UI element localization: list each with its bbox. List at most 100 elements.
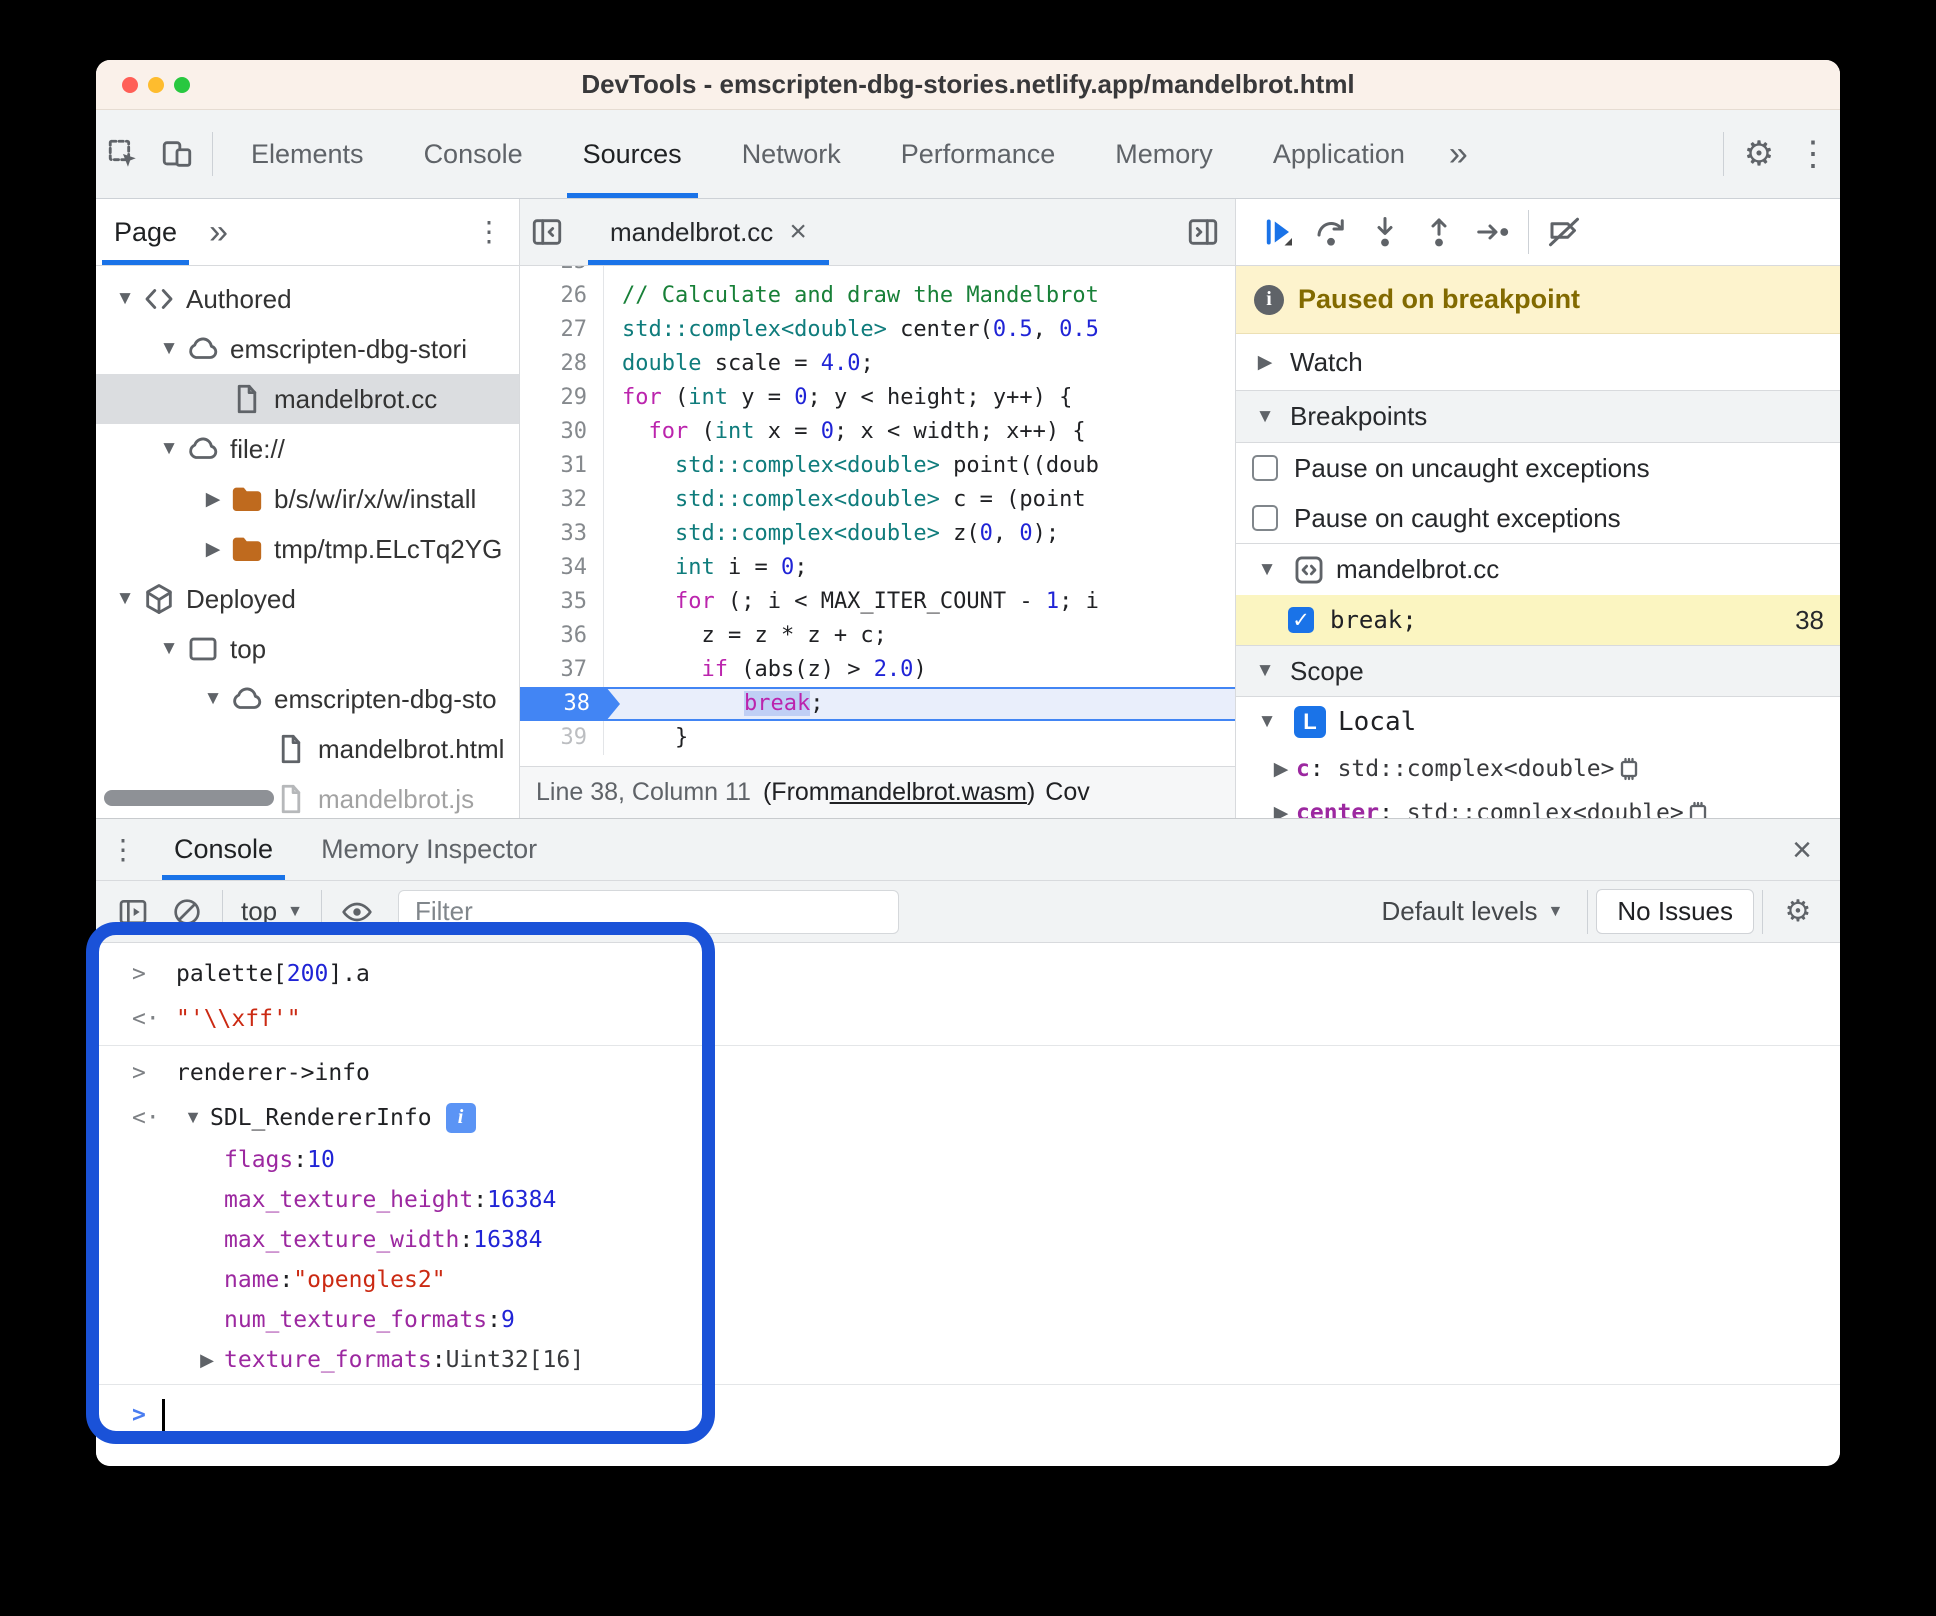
collapse-left-panel-button[interactable] [525, 210, 569, 254]
resume-script-button[interactable] [1255, 210, 1299, 254]
clear-icon [171, 896, 203, 928]
sidebar-menu-button[interactable]: ⋮ [467, 210, 511, 254]
device-toolbar-button[interactable] [155, 132, 199, 176]
line-number-27[interactable]: 27 [520, 313, 604, 347]
context-selector[interactable]: top ▼ [231, 896, 313, 927]
chevron-down-icon: ▼ [1547, 902, 1564, 920]
scope-section-header[interactable]: ▼ Scope [1236, 645, 1840, 697]
console-sidebar-button[interactable] [111, 890, 155, 934]
tree-item-mandelbrot-cc[interactable]: mandelbrot.cc [96, 374, 519, 424]
line-number-36[interactable]: 36 [520, 619, 604, 653]
code-token: 10 [307, 1147, 335, 1173]
pause-uncaught-checkbox[interactable] [1252, 455, 1278, 481]
log-levels-selector[interactable]: Default levels ▼ [1365, 896, 1579, 927]
expand-right-panel-button[interactable] [1181, 210, 1225, 254]
tab-memory[interactable]: Memory [1085, 110, 1243, 198]
editor-tab-mandelbrot-cc[interactable]: mandelbrot.cc × [588, 199, 829, 265]
step-icon [1475, 214, 1511, 250]
line-number-28[interactable]: 28 [520, 347, 604, 381]
tree-item-top[interactable]: ▼ top [96, 624, 519, 674]
chevron-down-icon: ▼ [203, 688, 223, 709]
tree-item-mandelbrot-html[interactable]: mandelbrot.html [96, 724, 519, 774]
code-line-26: 26 // Calculate and draw the Mandelbrot [520, 279, 1235, 313]
line-number-26[interactable]: 26 [520, 279, 604, 313]
chevron-down-icon: ▼ [1257, 558, 1277, 580]
tab-performance[interactable]: Performance [871, 110, 1086, 198]
folder-icon [230, 482, 264, 516]
scope-local-row[interactable]: ▼ L Local [1236, 697, 1840, 747]
tab-sources[interactable]: Sources [553, 110, 712, 198]
line-number-30[interactable]: 30 [520, 415, 604, 449]
line-number-37[interactable]: 37 [520, 653, 604, 687]
tree-item-b-s-w-ir-x-w-install[interactable]: ▶ b/s/w/ir/x/w/install [96, 474, 519, 524]
breakpoint-file-group[interactable]: ▼ mandelbrot.cc [1236, 543, 1840, 595]
step-over-button[interactable] [1309, 210, 1353, 254]
main-menu-button[interactable]: ⋮ [1791, 132, 1835, 176]
code-area[interactable]: 2526 // Calculate and draw the Mandelbrot… [520, 266, 1235, 766]
console-property-row[interactable]: ▶ texture_formats: Uint32[16] [96, 1340, 1840, 1380]
console-settings-button[interactable]: ⚙ [1776, 890, 1820, 934]
tree-item-emscripten-dbg-stori[interactable]: ▼ emscripten-dbg-stori [96, 324, 519, 374]
watch-section-header[interactable]: ▶ Watch [1236, 334, 1840, 391]
more-sidebar-tabs-button[interactable]: » [195, 213, 242, 252]
line-number-38[interactable]: 38 [520, 687, 620, 721]
code-token: renderer->info [176, 1059, 370, 1086]
line-number-39[interactable]: 39 [520, 721, 604, 755]
line-number-32[interactable]: 32 [520, 483, 604, 517]
tab-elements[interactable]: Elements [221, 110, 394, 198]
deactivate-breakpoints-button[interactable] [1542, 210, 1586, 254]
tree-item-authored[interactable]: ▼ Authored [96, 274, 519, 324]
console-object-row[interactable]: <· ▼ SDL_RendererInfo i [96, 1095, 1840, 1140]
clear-console-button[interactable] [165, 890, 209, 934]
drawer-tab-console[interactable]: Console [150, 819, 297, 880]
more-tabs-button[interactable]: » [1435, 135, 1482, 174]
line-number-29[interactable]: 29 [520, 381, 604, 415]
horizontal-scrollbar-thumb[interactable] [104, 790, 274, 806]
line-number-31[interactable]: 31 [520, 449, 604, 483]
close-tab-icon[interactable]: × [789, 215, 807, 249]
code-line-content [604, 266, 1235, 279]
breakpoint-checkbox[interactable]: ✓ [1288, 607, 1314, 633]
editor-tab-label: mandelbrot.cc [610, 216, 774, 247]
console-filter-input[interactable] [398, 889, 899, 934]
tree-item-emscripten-dbg-sto[interactable]: ▼ emscripten-dbg-sto [96, 674, 519, 724]
close-drawer-button[interactable]: × [1780, 828, 1824, 872]
tab-network[interactable]: Network [712, 110, 871, 198]
tab-application[interactable]: Application [1243, 110, 1435, 198]
tree-item-file-[interactable]: ▼ file:// [96, 424, 519, 474]
wasm-source-link[interactable]: mandelbrot.wasm [830, 778, 1027, 807]
code-line-content: double scale = 4.0; [604, 347, 1235, 381]
no-issues-button[interactable]: No Issues [1596, 889, 1754, 934]
line-number-35[interactable]: 35 [520, 585, 604, 619]
step-into-button[interactable] [1363, 210, 1407, 254]
tree-item-tmp-tmp-elctq2yg[interactable]: ▶ tmp/tmp.ELcTq2YG [96, 524, 519, 574]
breakpoints-section-header[interactable]: ▼ Breakpoints [1236, 391, 1840, 443]
pause-caught-checkbox[interactable] [1252, 505, 1278, 531]
console-output[interactable]: > palette[200].a <· "'\\xff'" > renderer->inf… [96, 943, 1840, 1466]
step-button[interactable] [1471, 210, 1515, 254]
inspect-element-button[interactable] [101, 132, 145, 176]
line-number-25[interactable]: 25 [520, 266, 604, 279]
chevron-right-icon: ▶ [205, 488, 221, 510]
line-number-34[interactable]: 34 [520, 551, 604, 585]
code-icon [142, 282, 176, 316]
scope-var-c[interactable]: ▶ c: std::complex<double> [1236, 747, 1840, 791]
live-expression-button[interactable] [335, 890, 379, 934]
code-token: 9 [500, 1307, 515, 1333]
file-tree: ▼ Authored ▼ emscripten-dbg-stori mandelbrot… [96, 266, 519, 818]
settings-button[interactable]: ⚙ [1737, 132, 1781, 176]
console-divider [96, 1045, 1840, 1046]
code-token: c = (point [939, 487, 1086, 512]
console-prompt-row[interactable]: > [96, 1389, 1840, 1441]
info-badge-icon[interactable]: i [445, 1102, 476, 1133]
line-number-33[interactable]: 33 [520, 517, 604, 551]
tab-console[interactable]: Console [394, 110, 553, 198]
tree-item-deployed[interactable]: ▼ Deployed [96, 574, 519, 624]
scope-var-center[interactable]: ▶ center: std::complex<double> [1236, 791, 1840, 818]
tab-page[interactable]: Page [96, 199, 195, 265]
breakpoint-entry[interactable]: ✓ break; 38 [1236, 595, 1840, 645]
step-out-button[interactable] [1417, 210, 1461, 254]
drawer-menu-button[interactable]: ⋮ [101, 828, 145, 872]
code-line-content: for (int y = 0; y < height; y++) { [604, 381, 1235, 415]
drawer-tab-memory-inspector[interactable]: Memory Inspector [297, 819, 561, 880]
